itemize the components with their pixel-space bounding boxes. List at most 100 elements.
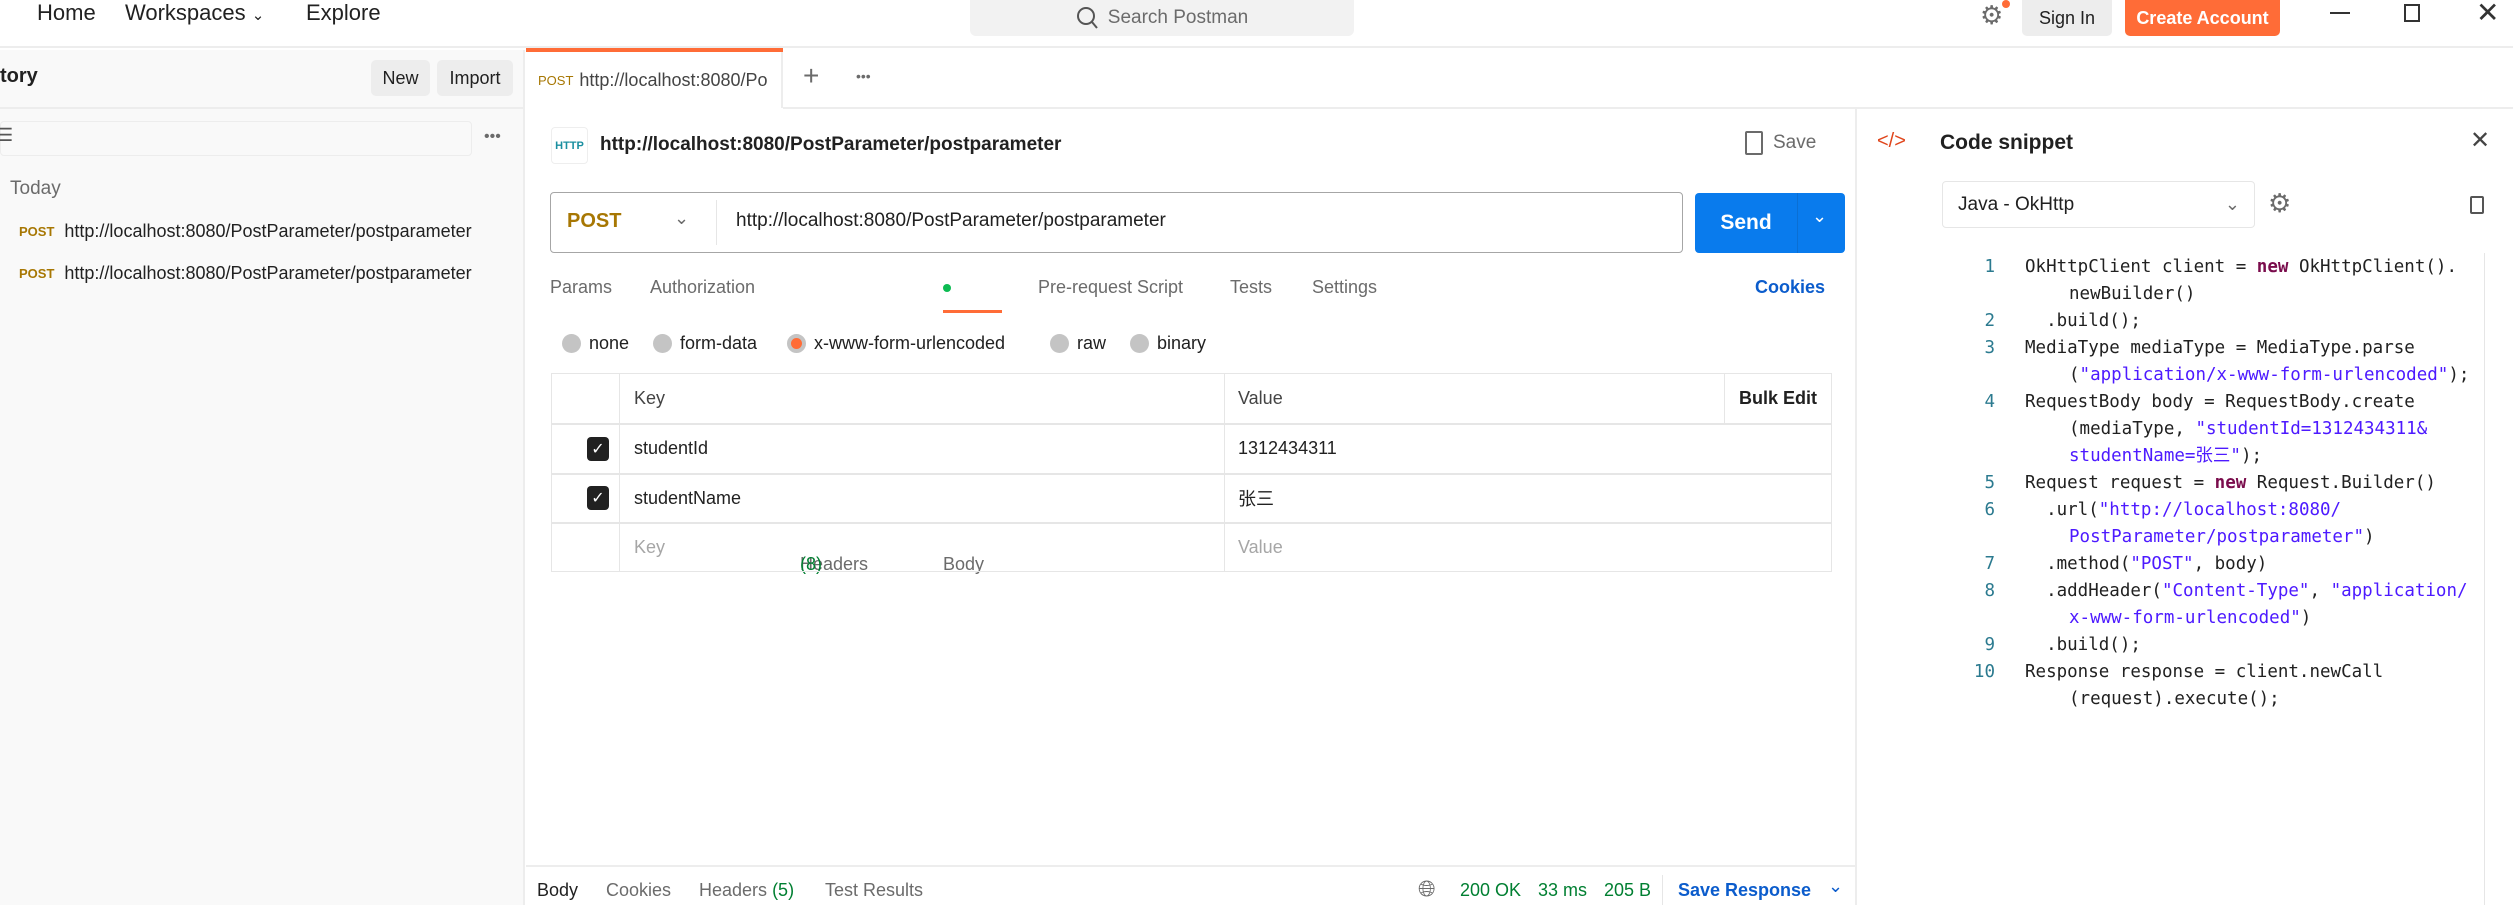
send-button[interactable]: Send [1695, 193, 1797, 253]
code-token: .build(); [2025, 635, 2141, 655]
code-token: (mediaType, [2069, 419, 2196, 439]
value-cell[interactable]: 张三 [1238, 474, 1274, 522]
radio-form-data[interactable]: form-data [653, 333, 757, 354]
new-button[interactable]: New [371, 60, 430, 96]
new-key-input[interactable]: Key [634, 523, 665, 571]
import-button[interactable]: Import [437, 60, 513, 96]
cookies-link[interactable]: Cookies [1755, 277, 1825, 298]
history-item[interactable]: POST http://localhost:8080/PostParameter/… [19, 263, 524, 284]
tab-method: POST [538, 72, 574, 88]
method-select[interactable]: POST [567, 210, 621, 233]
radio-none[interactable]: none [562, 333, 629, 354]
row-checkbox-checked[interactable]: ✓ [587, 486, 609, 510]
code-token: .method( [2025, 554, 2131, 574]
nav-home[interactable]: Home [37, 0, 96, 26]
row-checkbox-checked[interactable]: ✓ [587, 437, 609, 461]
send-options-chevron-icon[interactable]: ⌄ [1812, 206, 1827, 227]
code-token: RequestBody body = RequestBody.create [2025, 392, 2415, 412]
language-select[interactable]: Java - OkHttp ⌄ [1942, 181, 2255, 228]
divider [1797, 193, 1798, 253]
code-scroll-border [2484, 253, 2485, 905]
nav-workspaces[interactable]: Workspaces ⌄ [125, 0, 264, 29]
code-token: "application/x-www-form-urlencoded" [2079, 365, 2449, 385]
more-options-icon[interactable]: ••• [484, 128, 501, 146]
code-token: "studentId=1312434311& [2195, 419, 2428, 439]
close-panel-icon[interactable]: ✕ [2470, 126, 2490, 155]
response-tab-cookies[interactable]: Cookies [606, 880, 671, 901]
response-tab-body[interactable]: Body [537, 880, 578, 901]
line-number: 9 [1984, 635, 1995, 655]
snippet-settings-icon[interactable]: ⚙ [2268, 188, 2291, 219]
code-icon: </> [1877, 130, 1906, 152]
minimize-icon[interactable] [2330, 12, 2350, 14]
chevron-down-icon[interactable]: ⌄ [1828, 876, 1843, 897]
radio-raw[interactable]: raw [1050, 333, 1106, 354]
radio-binary[interactable]: binary [1130, 333, 1206, 354]
code-token: .build(); [2025, 311, 2141, 331]
save-button[interactable]: Save [1745, 131, 1816, 155]
code-line: RequestBody body = RequestBody.create [2025, 389, 2415, 416]
response-time[interactable]: 33 ms [1538, 880, 1587, 901]
restore-icon[interactable] [2404, 4, 2420, 22]
line-number: 1 [1984, 257, 1995, 277]
tab-body[interactable]: Body [943, 277, 984, 574]
sign-in-button[interactable]: Sign In [2022, 0, 2112, 36]
code-line: .build(); [2025, 308, 2141, 335]
nav-explore[interactable]: Explore [306, 0, 381, 26]
panel-divider [1855, 108, 1857, 905]
status-code[interactable]: 200 OK [1460, 880, 1521, 901]
method-badge: POST [19, 266, 55, 281]
chevron-down-icon: ⌄ [2224, 194, 2240, 214]
sidebar [0, 50, 525, 905]
history-item[interactable]: POST http://localhost:8080/PostParameter/… [19, 221, 524, 242]
response-tab-test-results[interactable]: Test Results [825, 880, 923, 901]
history-group-today: Today [10, 178, 61, 199]
key-cell[interactable]: studentName [634, 474, 741, 522]
code-token: .addHeader( [2025, 581, 2162, 601]
tab-prerequest-script[interactable]: Pre-request Script [1038, 277, 1183, 298]
new-value-input[interactable]: Value [1238, 523, 1283, 571]
new-tab-plus-icon[interactable]: + [803, 60, 819, 92]
key-cell[interactable]: studentId [634, 424, 708, 473]
history-filter-input[interactable]: ☰ [0, 121, 472, 156]
save-response-button[interactable]: Save Response [1678, 880, 1811, 901]
code-token: OkHttpClient client = [2025, 257, 2257, 277]
radio-label: none [589, 333, 630, 353]
tab-tests[interactable]: Tests [1230, 277, 1272, 298]
response-headers-count: (5) [772, 880, 795, 900]
response-tab-headers[interactable]: Headers (5) [699, 880, 794, 901]
code-token: newBuilder() [2069, 284, 2196, 304]
globe-icon[interactable]: 🌐︎ [1418, 876, 1436, 902]
close-window-icon[interactable]: ✕ [2476, 0, 2499, 29]
response-size[interactable]: 205 B [1604, 880, 1651, 901]
code-line: (mediaType, "studentId=1312434311& [2069, 416, 2427, 443]
value-cell[interactable]: 1312434311 [1238, 424, 1337, 473]
request-tab[interactable]: POST http://localhost:8080/Po [526, 52, 783, 108]
response-headers-label: Headers [699, 880, 768, 900]
chevron-down-icon[interactable]: ⌄ [674, 208, 689, 229]
tab-authorization[interactable]: Authorization [650, 277, 755, 298]
bulk-edit-button[interactable]: Bulk Edit [1739, 374, 1817, 423]
code-line: Response response = client.newCall [2025, 659, 2383, 686]
tab-more-icon[interactable]: ••• [856, 68, 871, 84]
code-token: x-www-form-urlencoded" [2069, 608, 2301, 628]
code-line: ("application/x-www-form-urlencoded"); [2069, 362, 2469, 389]
search-icon [1076, 7, 1098, 29]
code-line: newBuilder() [2069, 281, 2195, 308]
request-title[interactable]: http://localhost:8080/PostParameter/post… [600, 134, 1061, 156]
tab-settings[interactable]: Settings [1312, 277, 1377, 298]
nav-workspaces-label: Workspaces [125, 0, 246, 25]
radio-x-www-form-urlencoded[interactable]: x-www-form-urlencoded [787, 333, 1005, 354]
create-account-button[interactable]: Create Account [2125, 0, 2280, 36]
code-token: (request).execute(); [2069, 689, 2280, 709]
panel-title: Code snippet [1940, 131, 2074, 154]
code-token: new [2214, 473, 2247, 493]
copy-icon[interactable] [2470, 196, 2484, 214]
tab-params[interactable]: Params [550, 277, 612, 298]
row-divider [552, 522, 1832, 524]
code-line: x-www-form-urlencoded") [2069, 605, 2311, 632]
code-line: (request).execute(); [2069, 686, 2280, 713]
code-token: Request.Builder() [2246, 473, 2436, 493]
url-input[interactable]: http://localhost:8080/PostParameter/post… [736, 210, 1166, 232]
search-input[interactable]: Search Postman [970, 0, 1354, 36]
